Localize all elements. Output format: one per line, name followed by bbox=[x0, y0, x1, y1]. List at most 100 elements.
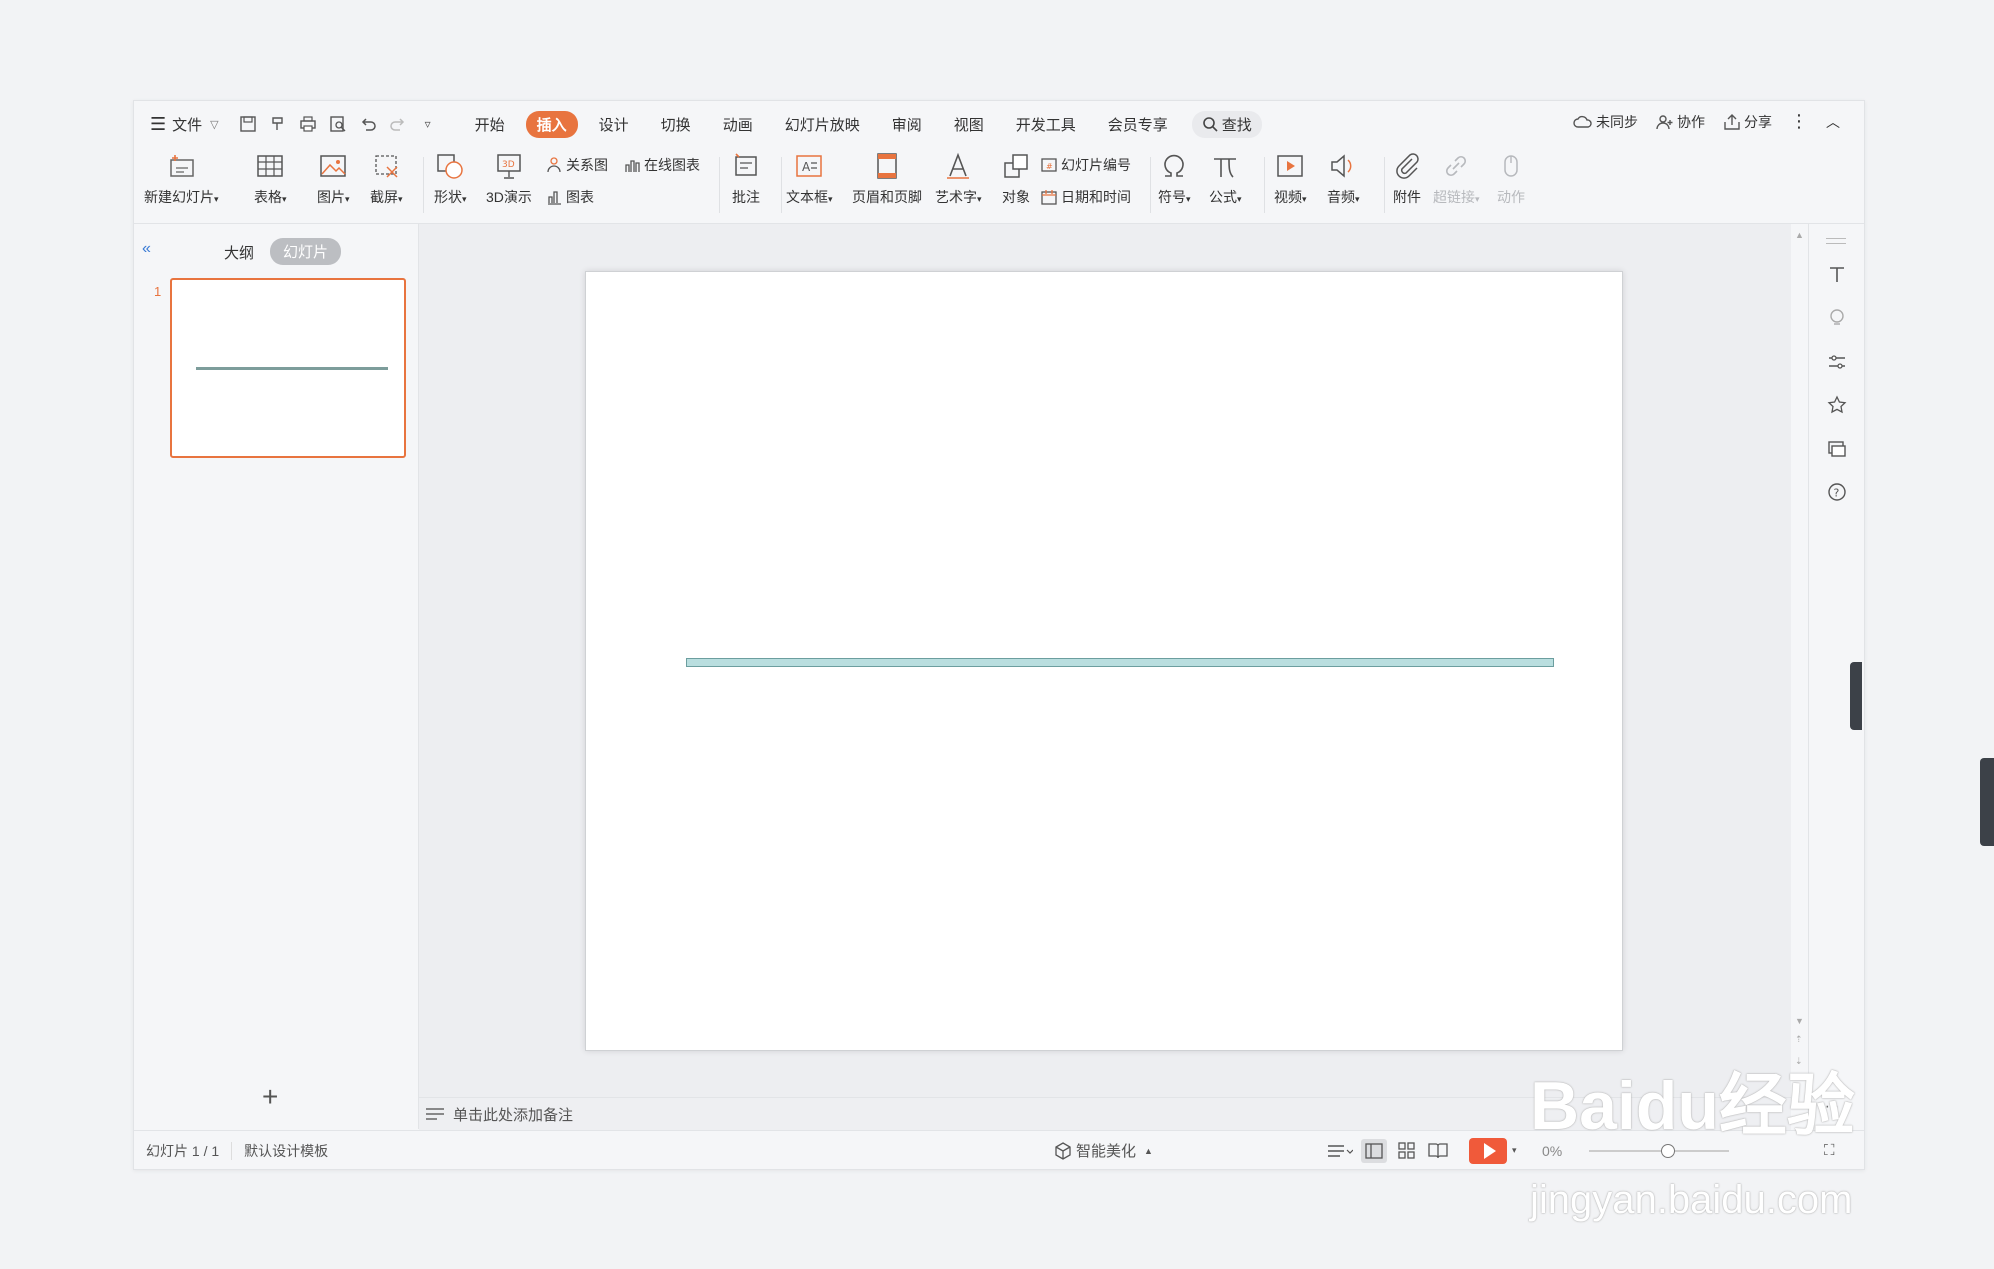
search-icon bbox=[1202, 117, 1218, 132]
3d-demo-label: 3D演示 bbox=[486, 189, 532, 205]
chart-icon bbox=[548, 191, 561, 205]
file-menu-label: 文件 bbox=[172, 116, 203, 134]
grid-view-icon[interactable] bbox=[1398, 1141, 1416, 1160]
shape-button[interactable]: 形状▾ bbox=[434, 151, 467, 207]
play-slideshow-button[interactable] bbox=[1469, 1137, 1507, 1164]
3d-demo-button[interactable]: 3D 3D演示 bbox=[486, 151, 532, 207]
comment-button[interactable]: 批注 bbox=[731, 151, 761, 207]
normal-view-button[interactable] bbox=[1361, 1138, 1387, 1163]
beautify-button[interactable]: 智能美化 ▲ bbox=[1054, 1140, 1153, 1161]
notes-toggle-icon[interactable] bbox=[1327, 1142, 1353, 1160]
cloud-icon bbox=[1573, 115, 1592, 128]
floating-handle[interactable] bbox=[1850, 662, 1862, 730]
scroll-down-icon[interactable]: ▼ bbox=[1795, 1016, 1804, 1026]
slide-thumbnail[interactable] bbox=[170, 278, 406, 458]
3d-demo-icon: 3D bbox=[497, 154, 521, 179]
table-label: 表格▾ bbox=[254, 189, 287, 205]
tab-design[interactable]: 设计 bbox=[588, 111, 640, 138]
share-button[interactable]: 分享 bbox=[1723, 112, 1772, 132]
tab-review[interactable]: 审阅 bbox=[881, 111, 933, 138]
omega-icon bbox=[1164, 154, 1185, 177]
shape-label: 形状▾ bbox=[434, 189, 467, 205]
slide-number-button[interactable]: # 幻灯片编号 bbox=[1041, 155, 1131, 175]
template-name[interactable]: 默认设计模板 bbox=[244, 1141, 328, 1161]
text-format-icon[interactable] bbox=[1827, 264, 1847, 284]
cube-icon bbox=[1055, 1141, 1071, 1160]
action-button[interactable]: 动作 bbox=[1496, 151, 1526, 207]
slide-thumbnail-number: 1 bbox=[154, 284, 162, 299]
date-time-button[interactable]: 日期和时间 bbox=[1041, 187, 1131, 207]
tab-home[interactable]: 开始 bbox=[464, 111, 516, 138]
share-icon bbox=[1724, 113, 1740, 130]
play-options-icon[interactable]: ▾ bbox=[1512, 1145, 1517, 1156]
collapse-panel-icon[interactable]: « bbox=[142, 240, 151, 258]
star-icon[interactable] bbox=[1827, 395, 1847, 415]
video-button[interactable]: 视频▾ bbox=[1274, 151, 1307, 207]
lightbulb-icon[interactable] bbox=[1827, 308, 1847, 328]
header-footer-label: 页眉和页脚 bbox=[852, 189, 922, 205]
tab-animation[interactable]: 动画 bbox=[712, 111, 764, 138]
scroll-up-icon[interactable]: ▲ bbox=[1795, 230, 1804, 240]
new-slide-button[interactable]: 新建幻灯片▾ bbox=[144, 151, 219, 207]
zoom-slider[interactable] bbox=[1589, 1149, 1729, 1152]
hyperlink-button[interactable]: 超链接▾ bbox=[1433, 151, 1480, 207]
undo-icon[interactable] bbox=[358, 114, 378, 134]
collab-button[interactable]: 协作 bbox=[1656, 112, 1705, 132]
current-slide[interactable] bbox=[585, 271, 1623, 1051]
wordart-button[interactable]: 艺术字▾ bbox=[935, 151, 982, 207]
status-divider bbox=[231, 1141, 233, 1160]
tab-insert[interactable]: 插入 bbox=[525, 110, 578, 138]
relation-icon bbox=[547, 157, 561, 173]
chart-button[interactable]: 图表 bbox=[546, 187, 594, 207]
relation-diagram-button[interactable]: 关系图 bbox=[546, 155, 608, 175]
sliders-icon[interactable] bbox=[1827, 352, 1847, 372]
edge-widget[interactable] bbox=[1980, 758, 1994, 846]
mouse-icon bbox=[1504, 155, 1518, 177]
more-icon[interactable]: ⋮ bbox=[1790, 111, 1808, 132]
collapse-ribbon-icon[interactable]: ︿ bbox=[1826, 112, 1840, 132]
file-menu[interactable]: ☰ 文件 ▽ bbox=[150, 114, 219, 135]
symbol-button[interactable]: 符号▾ bbox=[1158, 151, 1191, 207]
reading-view-icon[interactable] bbox=[1428, 1142, 1448, 1160]
chevron-up-icon: ▲ bbox=[1144, 1145, 1153, 1156]
table-icon bbox=[257, 155, 284, 177]
picture-button[interactable]: 图片▾ bbox=[317, 151, 350, 207]
tab-transition[interactable]: 切换 bbox=[650, 111, 702, 138]
comment-label: 批注 bbox=[732, 189, 760, 205]
sync-button[interactable]: 未同步 bbox=[1573, 112, 1638, 132]
customize-toolbar-icon[interactable]: ▿ bbox=[418, 114, 438, 134]
online-chart-button[interactable]: 在线图表 bbox=[624, 155, 700, 175]
tab-outline[interactable]: 大纲 bbox=[224, 242, 254, 263]
format-painter-icon[interactable] bbox=[268, 114, 288, 134]
redo-icon[interactable] bbox=[388, 114, 408, 134]
picture-label: 图片▾ bbox=[317, 189, 350, 205]
screenshot-button[interactable]: 截屏▾ bbox=[370, 151, 403, 207]
line-shape[interactable] bbox=[686, 658, 1554, 667]
tab-view[interactable]: 视图 bbox=[943, 111, 995, 138]
audio-button[interactable]: 音频▾ bbox=[1327, 151, 1360, 207]
tab-developer[interactable]: 开发工具 bbox=[1005, 111, 1087, 138]
table-button[interactable]: 表格▾ bbox=[254, 151, 287, 207]
tab-member[interactable]: 会员专享 bbox=[1097, 111, 1179, 138]
tab-slides[interactable]: 幻灯片 bbox=[270, 238, 342, 265]
prev-slide-icon[interactable]: ⇡ bbox=[1795, 1034, 1803, 1045]
slide-layout-icon[interactable] bbox=[1827, 439, 1847, 459]
add-slide-button[interactable]: + bbox=[262, 1081, 278, 1113]
tab-slideshow[interactable]: 幻灯片放映 bbox=[774, 111, 871, 138]
help-icon[interactable]: ? bbox=[1827, 482, 1847, 502]
thumbnail-line-shape bbox=[196, 367, 388, 370]
search-button[interactable]: 查找 bbox=[1191, 110, 1262, 138]
save-icon[interactable] bbox=[238, 114, 258, 134]
header-footer-icon bbox=[877, 153, 897, 179]
new-slide-icon bbox=[170, 155, 195, 177]
hyperlink-label: 超链接▾ bbox=[1433, 189, 1480, 205]
header-footer-button[interactable]: 页眉和页脚 bbox=[852, 151, 922, 207]
object-button[interactable]: 对象 bbox=[1001, 151, 1031, 207]
formula-button[interactable]: 公式▾ bbox=[1209, 151, 1242, 207]
vertical-scrollbar[interactable]: ▲ ▼ ⇡ ⇣ bbox=[1791, 224, 1808, 1097]
textbox-button[interactable]: A 文本框▾ bbox=[786, 151, 833, 207]
print-icon[interactable] bbox=[298, 114, 318, 134]
print-preview-icon[interactable] bbox=[328, 114, 348, 134]
attachment-button[interactable]: 附件 bbox=[1392, 151, 1422, 207]
ribbon-separator bbox=[781, 157, 782, 213]
